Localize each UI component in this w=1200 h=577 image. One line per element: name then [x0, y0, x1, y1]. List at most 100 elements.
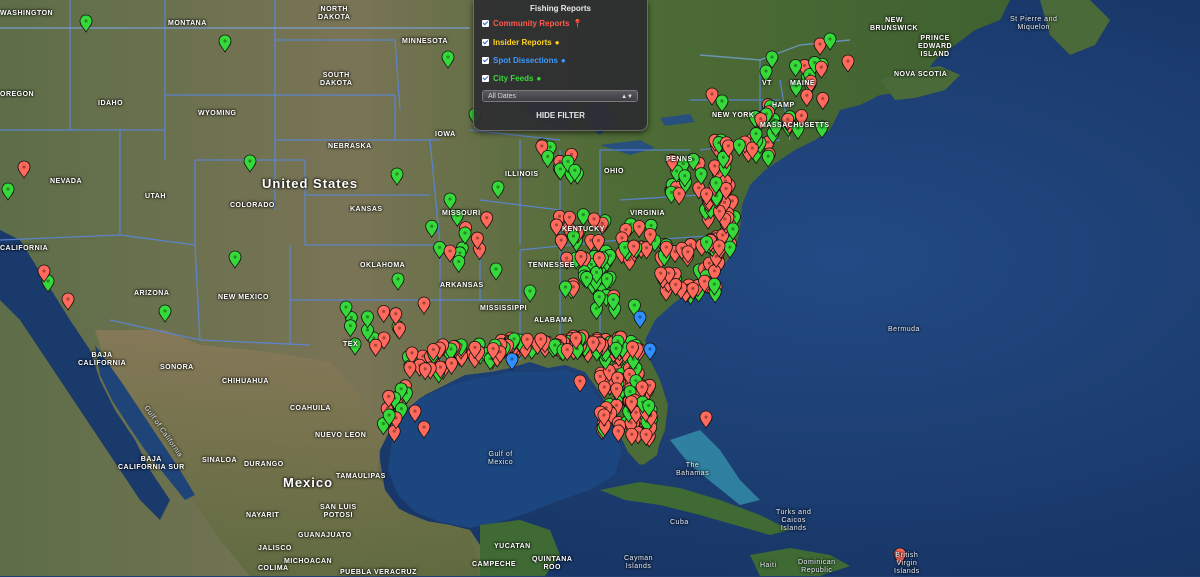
pin-dot — [818, 42, 822, 46]
pin-dot — [640, 385, 644, 389]
pin-dot — [766, 154, 770, 158]
pin-dot — [421, 354, 425, 358]
label-california: CALIFORNIA — [0, 245, 49, 252]
label-utah: UTAH — [145, 193, 166, 200]
spot-dissections-checkbox[interactable] — [482, 56, 489, 64]
label-tamaulipas: TAMAULIPAS — [336, 473, 386, 480]
pin-dot — [574, 336, 578, 340]
pin-dot — [623, 245, 627, 249]
label-nayarit: NAYARIT — [246, 512, 280, 519]
filter-title: Fishing Reports — [530, 4, 591, 13]
label-bahamas: The Bahamas — [676, 462, 710, 477]
pin-dot — [512, 337, 516, 341]
pin-dot — [710, 92, 714, 96]
label-tennessee: TENNESSEE — [528, 262, 575, 269]
pin-dot — [496, 185, 500, 189]
pin-dot — [592, 217, 596, 221]
pin-dot — [558, 159, 562, 163]
pin-dot — [573, 168, 577, 172]
label-mississippi: MISSISSIPPI — [480, 305, 528, 312]
label-new-brunswick: NEW BRUNSWICK — [870, 17, 919, 32]
pin-dot — [629, 400, 633, 404]
pin-dot — [812, 60, 817, 65]
pin-dot — [686, 250, 690, 254]
label-baja-california-sur: BAJA CALIFORNIA SUR — [118, 456, 185, 471]
pin-dot — [634, 410, 638, 414]
pin-dot — [344, 305, 348, 309]
label-turks-caicos: Turks and Caicos Islands — [776, 509, 812, 532]
pin-dot — [557, 214, 562, 218]
pin-dot — [525, 337, 529, 341]
pin-dot — [394, 312, 398, 316]
pin-dot — [821, 96, 825, 101]
label-baja-california: BAJA CALIFORNIA — [78, 352, 127, 367]
label-minnesota: MINNESOTA — [402, 38, 448, 45]
pin-dot — [714, 181, 718, 185]
community-reports-label: Community Reports — [493, 18, 570, 28]
pin-dot — [348, 324, 352, 328]
insider-reports-checkbox[interactable] — [482, 38, 489, 46]
pin-dot — [554, 223, 559, 227]
pin-dot — [644, 432, 648, 437]
label-north-dakota: NORTH DAKOTA — [318, 6, 351, 21]
filter-city-feeds[interactable]: City Feeds ● — [482, 72, 541, 84]
pin-dot — [22, 165, 26, 169]
pin-dot — [397, 326, 402, 330]
pin-dot — [548, 145, 552, 149]
hide-filter-button[interactable]: HIDE FILTER — [474, 111, 647, 120]
label-iowa: IOWA — [435, 131, 456, 138]
label-kentucky: KENTUCKY — [562, 226, 605, 233]
pin-dot — [647, 403, 651, 408]
label-new-hampshire: HAMP — [772, 102, 795, 109]
pin-dot — [84, 19, 88, 23]
label-texas: TEX — [343, 341, 359, 348]
pin-dot — [616, 429, 620, 433]
label-colima: COLIMA — [258, 565, 289, 572]
filter-insider-reports[interactable]: Insider Reports ● — [482, 36, 560, 48]
pin-dot — [589, 238, 593, 242]
pin-dot — [602, 413, 606, 417]
label-mexico: Mexico — [283, 475, 334, 490]
pin-dot — [408, 365, 412, 369]
date-range-value: All Dates — [488, 93, 517, 100]
pin-dot — [699, 172, 703, 176]
pin-dot — [608, 253, 612, 258]
label-pei: PRINCE EDWARD ISLAND — [918, 35, 953, 58]
label-nebraska: NEBRASKA — [328, 143, 372, 150]
label-new-york: NEW YORK — [712, 112, 755, 119]
label-nevada: NEVADA — [50, 178, 83, 185]
pin-dot — [449, 347, 453, 351]
pin-dot — [430, 224, 434, 228]
pin-dot — [559, 238, 563, 242]
filter-community-reports[interactable]: Community Reports 📍 — [482, 17, 582, 29]
pin-dot — [786, 117, 790, 121]
pin-dot — [722, 200, 727, 205]
pin-dot — [233, 255, 237, 259]
pin-dot — [620, 236, 624, 240]
pin-dot — [605, 277, 609, 281]
pin-dot — [759, 117, 763, 121]
label-sinaloa: SINALOA — [202, 457, 237, 464]
label-arkansas: ARKANSAS — [440, 282, 484, 289]
pin-dot — [731, 227, 735, 231]
label-montana: MONTANA — [168, 20, 207, 27]
label-arizona: ARIZONA — [134, 290, 170, 297]
pin-dot — [750, 146, 754, 150]
pin-dot — [637, 224, 641, 229]
pin-dot — [717, 244, 721, 248]
pin-dot — [66, 297, 70, 301]
pin-dot — [737, 143, 741, 147]
pin-dot — [624, 227, 628, 232]
community-reports-checkbox[interactable] — [482, 19, 489, 27]
pin-dot — [648, 347, 652, 351]
pin-dot — [448, 249, 452, 253]
date-range-select[interactable]: All Dates ▲▼ — [482, 90, 638, 102]
city-feeds-checkbox[interactable] — [482, 74, 489, 82]
filter-spot-dissections[interactable]: Spot Dissections ● — [482, 54, 566, 66]
pin-dot — [422, 301, 426, 305]
pin-dot — [846, 59, 850, 63]
pin-dot — [395, 172, 399, 176]
pin-dot — [766, 140, 770, 144]
pin-dot — [630, 345, 635, 349]
label-virginia: VIRGINIA — [630, 210, 666, 217]
